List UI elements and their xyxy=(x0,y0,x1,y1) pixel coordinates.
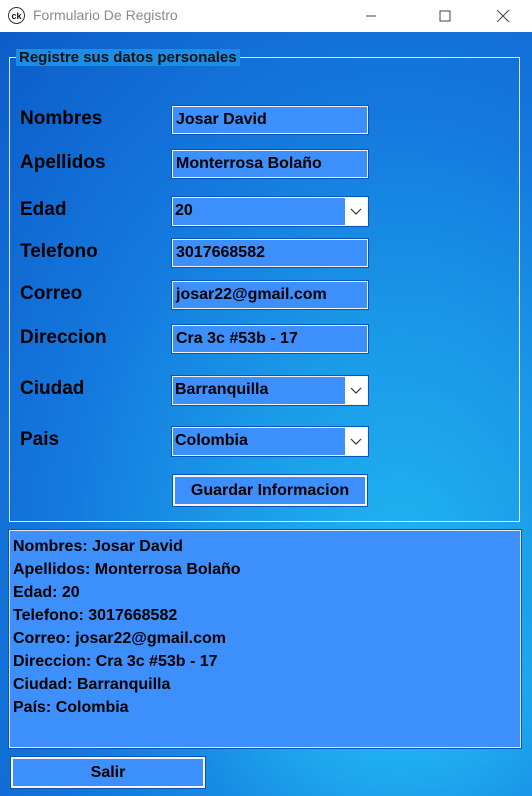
ciudad-select[interactable]: Barranquilla xyxy=(171,375,369,406)
chevron-down-icon xyxy=(350,438,362,445)
app-icon[interactable]: ck xyxy=(8,7,25,24)
label-correo: Correo xyxy=(20,283,83,304)
output-line: Direccion: Cra 3c #53b - 17 xyxy=(13,653,218,670)
chevron-down-icon xyxy=(350,387,362,394)
ciudad-dropdown-button[interactable] xyxy=(345,377,367,404)
close-icon xyxy=(496,9,510,23)
label-apellidos: Apellidos xyxy=(20,152,106,173)
output-line: Ciudad: Barranquilla xyxy=(13,676,171,693)
direccion-input[interactable]: Cra 3c #53b - 17 xyxy=(171,324,369,354)
maximize-button[interactable] xyxy=(422,0,468,32)
minimize-icon xyxy=(366,15,376,17)
save-information-button[interactable]: Guardar Informacion xyxy=(172,474,368,507)
edad-select[interactable]: 20 xyxy=(171,196,369,227)
edad-dropdown-button[interactable] xyxy=(345,198,367,225)
output-line: Correo: josar22@gmail.com xyxy=(13,630,226,647)
label-direccion: Direccion xyxy=(20,327,107,348)
pais-dropdown-button[interactable] xyxy=(345,428,367,455)
window-title: Formulario De Registro xyxy=(33,7,178,23)
exit-button[interactable]: Salir xyxy=(10,756,206,789)
nombres-input[interactable]: Josar David xyxy=(171,105,369,135)
correo-input[interactable]: josar22@gmail.com xyxy=(171,280,369,310)
output-line: Telefono: 3017668582 xyxy=(13,607,178,624)
output-textarea[interactable]: Nombres: Josar David Apellidos: Monterro… xyxy=(8,529,522,749)
output-line: Nombres: Josar David xyxy=(13,538,183,555)
output-line: País: Colombia xyxy=(13,699,129,716)
output-line: Apellidos: Monterrosa Bolaño xyxy=(13,561,241,578)
label-edad: Edad xyxy=(20,199,67,220)
minimize-button[interactable] xyxy=(348,0,394,32)
app-icon-glyph: ck xyxy=(11,10,22,21)
form-client-area: Registre sus datos personales Nombres Jo… xyxy=(0,32,532,796)
edad-select-value: 20 xyxy=(175,202,193,219)
telefono-input[interactable]: 3017668582 xyxy=(171,238,369,268)
label-telefono: Telefono xyxy=(20,241,98,262)
label-ciudad: Ciudad xyxy=(20,378,85,399)
apellidos-input[interactable]: Monterrosa Bolaño xyxy=(171,149,369,179)
title-bar: ck Formulario De Registro xyxy=(0,0,532,32)
chevron-down-icon xyxy=(350,208,362,215)
label-pais: Pais xyxy=(20,429,60,450)
groupbox-legend: Registre sus datos personales xyxy=(16,49,240,66)
ciudad-select-value: Barranquilla xyxy=(175,381,269,398)
output-line: Edad: 20 xyxy=(13,584,80,601)
label-nombres: Nombres xyxy=(20,108,103,129)
pais-select[interactable]: Colombia xyxy=(171,426,369,457)
maximize-icon xyxy=(439,10,451,22)
pais-select-value: Colombia xyxy=(175,432,248,449)
close-button[interactable] xyxy=(480,0,526,32)
